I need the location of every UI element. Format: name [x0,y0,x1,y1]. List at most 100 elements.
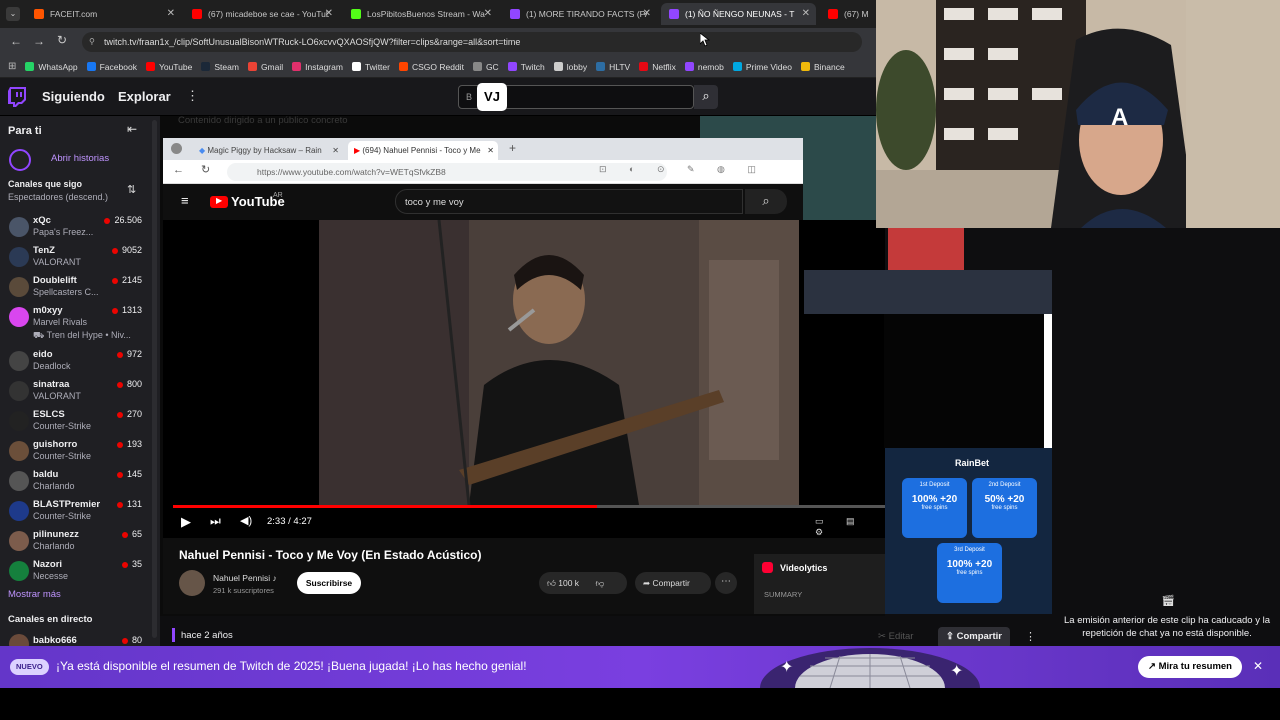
sidebar-channel-item[interactable]: BLASTPremier Counter-Strike 131 [0,496,152,526]
sidebar-channel-item[interactable]: ESLCS Counter-Strike 270 [0,406,152,436]
live-dot-icon [116,411,123,418]
ad-offer-1: 1st Deposit 100% +20 free spins [902,478,967,538]
reload-icon[interactable]: ↻ [57,33,67,47]
inner-video-player: ▶ ⏭ ◀) 2:33 / 4:27 ▭ ▤ ⚙ [163,220,885,538]
bookmark-item[interactable]: lobby [553,61,588,72]
address-bar[interactable]: ⚲ twitch.tv/fraan1x_/clip/SoftUnusualBis… [82,32,862,52]
videolytics-icon [762,562,773,573]
nav-browse[interactable]: Explorar [118,89,171,104]
bookmark-item[interactable]: HLTV [596,62,630,72]
bookmark-item[interactable]: Facebook [86,62,137,72]
inner-progress-track [173,505,885,508]
sidebar-channel-item[interactable]: guishorro Counter-Strike 193 [0,436,152,466]
more-menu-icon[interactable]: ⋮ [186,88,199,104]
twitch-logo-icon[interactable] [8,87,26,107]
forward-icon[interactable]: → [33,34,45,48]
bookmark-item[interactable]: Prime Video [732,62,792,72]
bookmark-label: lobby [566,61,588,72]
bookmark-item[interactable]: Twitter [351,62,390,72]
tab-close-icon[interactable]: ✕ [802,8,810,19]
avatar [9,411,29,431]
channel-viewers: 193 [116,439,142,449]
inner-tab: ◆ Magic Piggy by Hacksaw – Rain ✕ [199,146,339,155]
live-dot-icon [116,501,123,508]
bookmark-item[interactable]: Netflix [639,62,676,72]
inner-tab-active: ▶ (694) Nahuel Pennisi - Toco y Me ✕ [348,141,498,160]
sidebar-scrollbar[interactable] [152,120,157,638]
inner-video-info: Nahuel Pennisi - Toco y Me Voy (En Estad… [163,538,885,614]
clip-more-icon[interactable]: ⋮ [1025,630,1036,643]
sidebar-channel-item[interactable]: Nazori Necesse 35 [0,556,152,586]
bookmark-label: Binance [814,61,845,72]
channel-game: Charlando [33,481,75,491]
bookmark-label: GC [485,61,499,72]
bookmark-item[interactable]: Steam [201,62,239,72]
sidebar-channel-item[interactable]: eido Deadlock 972 [0,346,152,376]
sidebar-channel-item[interactable]: sinatraa VALORANT 800 [0,376,152,406]
bookmark-item[interactable]: GC [472,61,499,72]
avatar [9,501,29,521]
sidebar-channel-item[interactable]: baldu Charlando 145 [0,466,152,496]
tab-close-icon[interactable]: ✕ [325,8,333,19]
inner-time: 2:33 / 4:27 [267,516,312,527]
sidebar-channel-item[interactable]: TenZ VALORANT 9052 [0,242,152,272]
stories-avatar[interactable] [9,149,31,171]
sidebar-channel-item[interactable]: xQc Papa's Freez... 26.506 [0,212,152,242]
inner-url: https://www.youtube.com/watch?v=WETqSfvk… [257,167,446,177]
bookmark-icon [639,62,649,71]
collapse-sidebar-icon[interactable]: ⇤ [127,122,137,136]
bookmark-item[interactable]: nemob [684,61,724,72]
inner-next-icon: ⏭ [210,514,221,528]
bookmark-item[interactable]: Gmail [247,62,283,72]
tab-close-icon[interactable]: ✕ [484,8,492,19]
browser-tab[interactable]: (67) micadeboe se cae - YouTub ✕ [184,3,339,25]
bookmark-item[interactable]: Binance [801,62,845,72]
sidebar-channel-item[interactable]: Doublelift Spellcasters C... 2145 [0,272,152,302]
background-dark-panel [884,314,1052,448]
recap-cta-button[interactable]: ↗ Mira tu resumen [1138,656,1242,678]
inner-back-icon: ← [173,164,184,176]
browser-tab[interactable]: (1) ÑO ÑENGO NEUNAS - T ✕ [661,3,816,25]
nav-following[interactable]: Siguiendo [42,89,105,104]
channel-viewers: 131 [116,499,142,509]
bookmark-item[interactable]: YouTube [145,62,192,72]
followed-heading: Canales que sigo [8,179,83,189]
close-banner-icon[interactable]: ✕ [1253,659,1263,673]
browser-tab[interactable]: (67) MARI [820,3,878,25]
search-icon[interactable]: ⌕ [694,85,718,109]
clip-meta-accent [172,628,175,642]
tab-close-icon[interactable]: ✕ [643,8,651,19]
back-icon[interactable]: ← [10,34,22,48]
apps-grid-icon[interactable]: ⊞ [8,61,16,72]
bookmark-icon [201,62,211,71]
sort-label: Espectadores (descend.) [8,192,109,202]
bookmark-item[interactable]: WhatsApp [25,62,78,72]
bookmark-item[interactable]: Twitch [507,62,545,72]
sidebar-channel-item[interactable]: pilinunezz Charlando 65 [0,526,152,556]
browser-tab[interactable]: LosPibitosBuenos Stream - Wa ✕ [343,3,498,25]
bookmark-label: nemob [697,61,724,72]
bookmark-label: Netflix [652,61,676,72]
edit-button[interactable]: ✂ Editar [878,631,913,642]
tab-close-icon[interactable]: ✕ [167,8,175,19]
search-input[interactable]: B VJ [458,83,694,111]
tab-list-chevron-icon[interactable]: ⌄ [6,7,20,21]
inner-new-tab-icon: + [509,141,517,155]
site-info-icon[interactable]: ⚲ [89,32,95,52]
browser-tab[interactable]: (1) MORE TIRANDO FACTS (PA ✕ [502,3,657,25]
browser-tab[interactable]: FACEIT.com ✕ [26,3,181,25]
sidebar-channel-item[interactable]: m0xyy Marvel Rivals 1313 ⛟ Tren del Hype • … [0,302,152,346]
videolytics-panel: Videolytics SUMMARY [754,554,885,614]
bookmark-item[interactable]: CSGO Reddit [398,62,464,72]
sort-icon[interactable]: ⇅ [127,183,136,196]
avatar [9,441,29,461]
show-more-link[interactable]: Mostrar más [8,589,61,600]
bookmark-icon [25,62,35,71]
live-channel-item[interactable]: babko666 80 [0,632,152,646]
bookmark-item[interactable]: Instagram [292,62,343,72]
avatar [9,531,29,551]
channel-name: xQc [33,215,51,226]
inner-search-box: toco y me voy [395,189,743,214]
open-stories-link[interactable]: Abrir historias [51,153,109,164]
bookmark-icon [292,62,302,71]
